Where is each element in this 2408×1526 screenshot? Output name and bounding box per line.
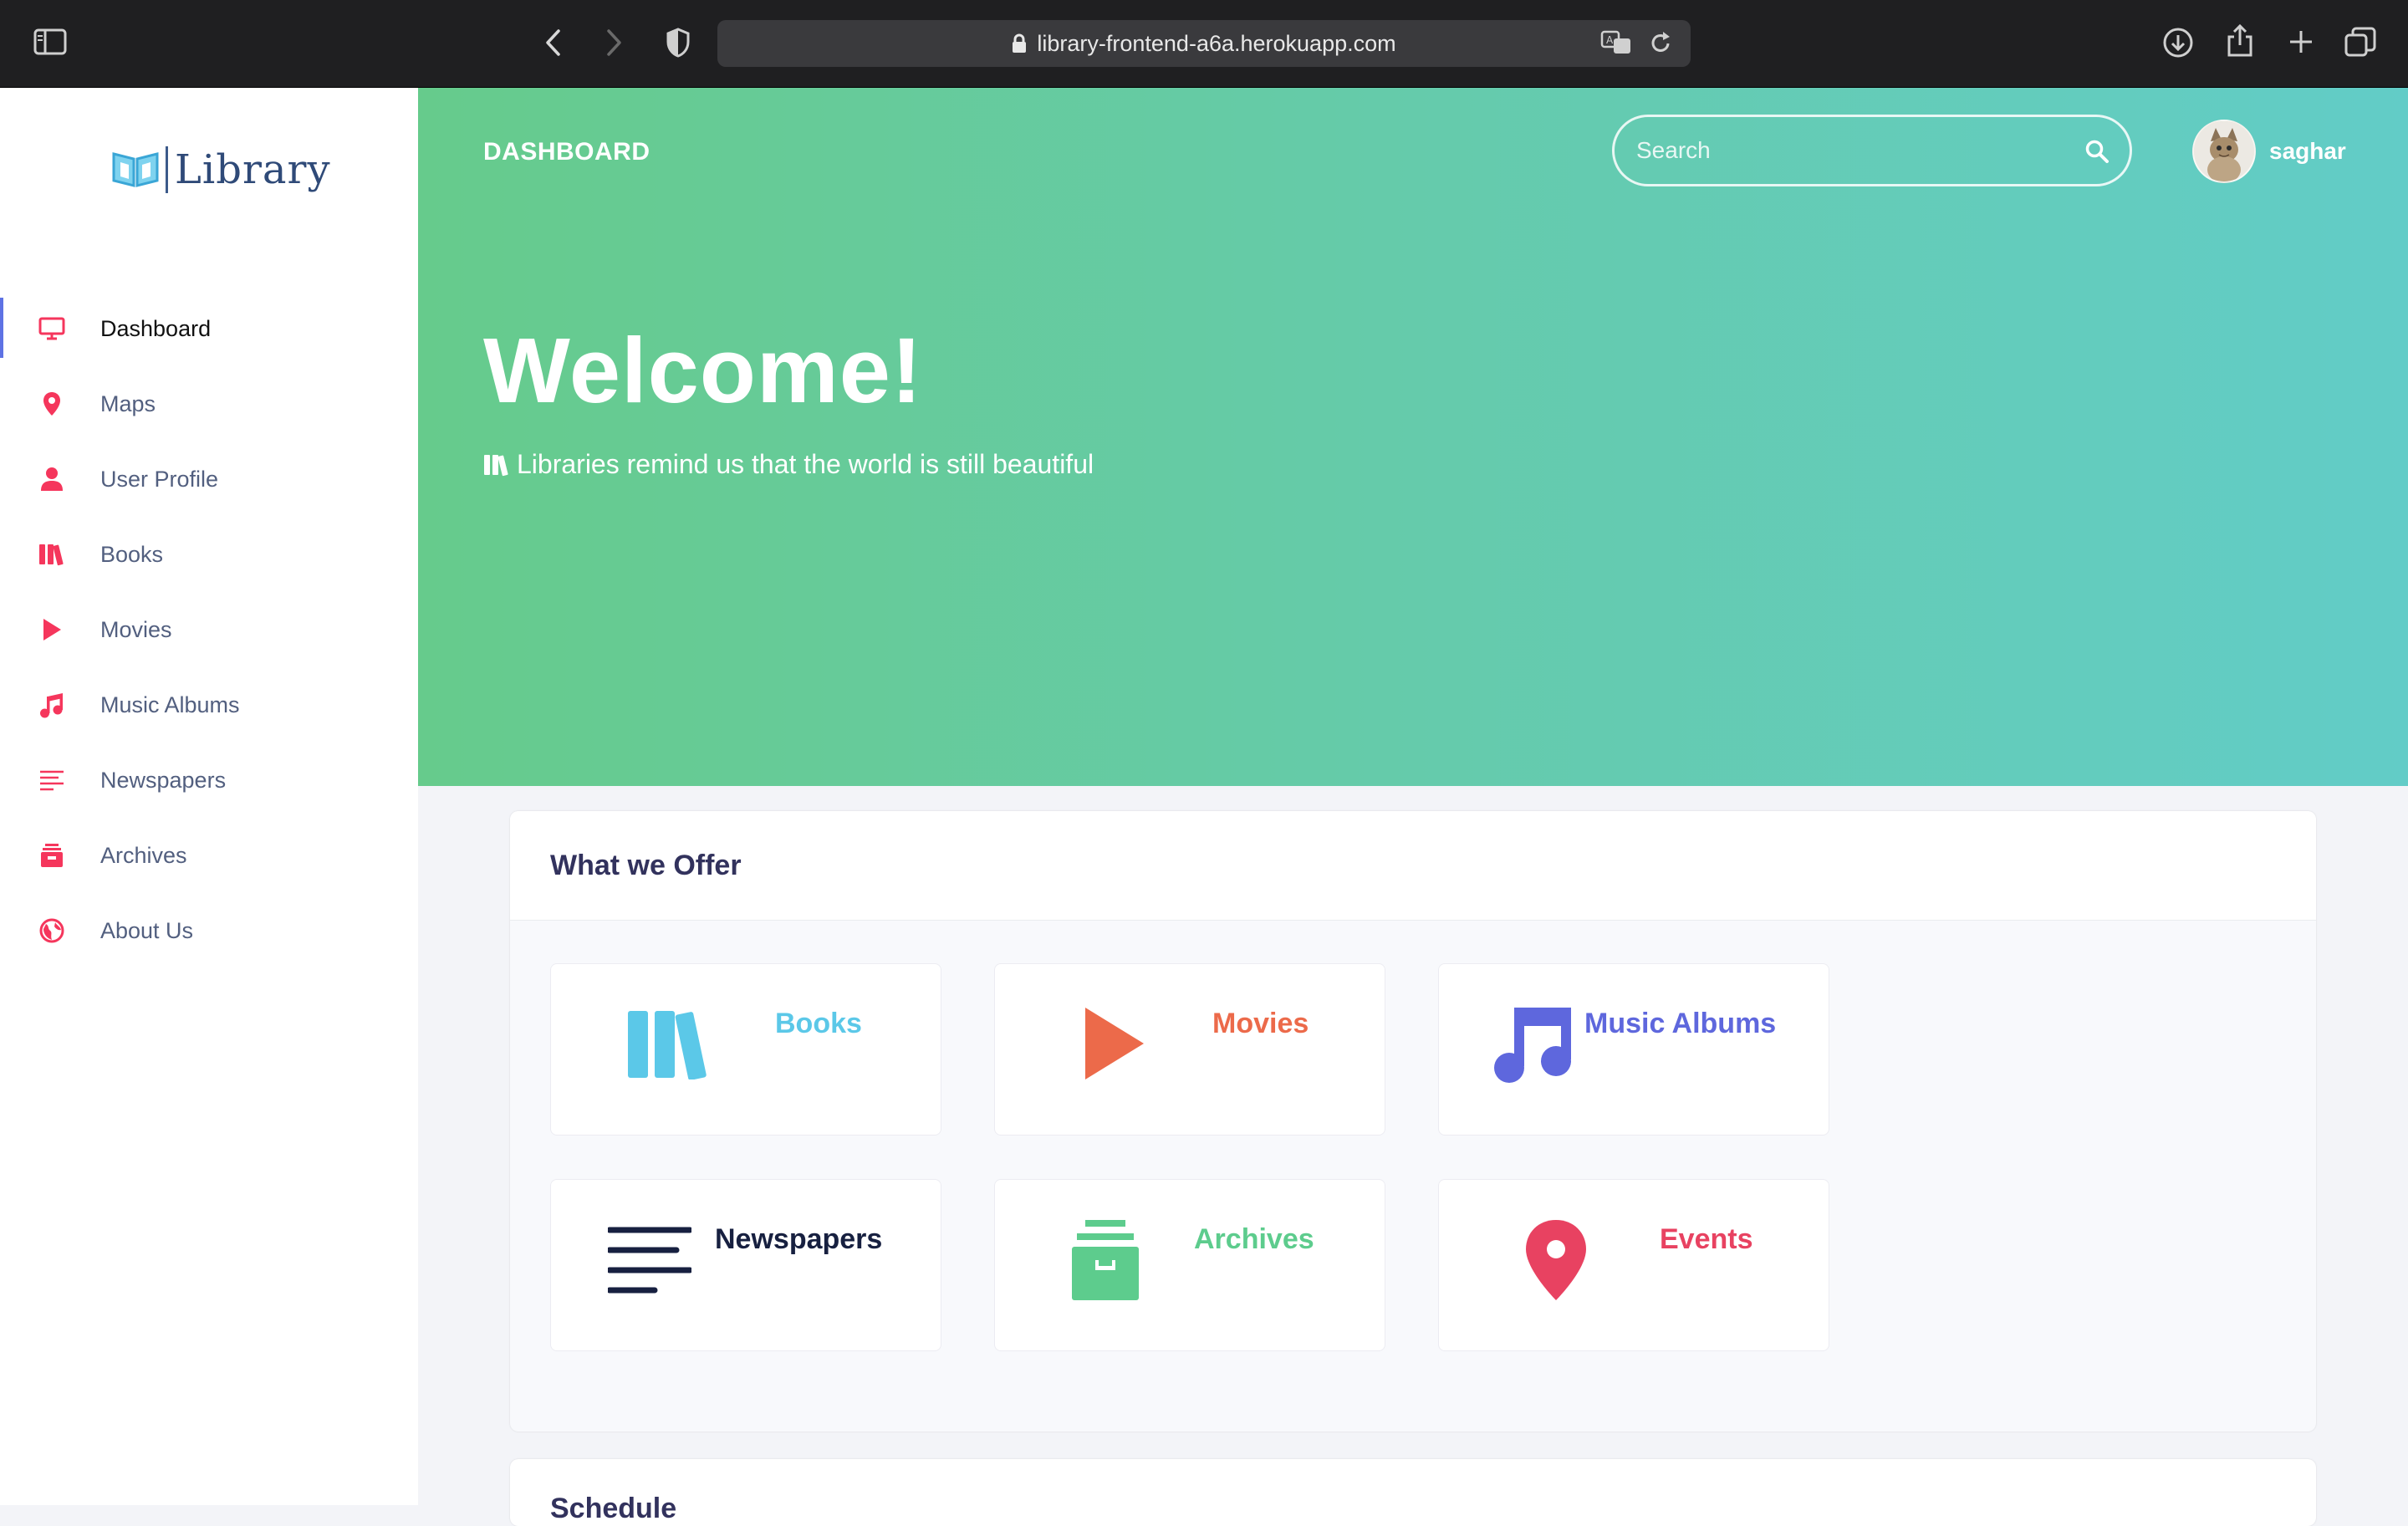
lines-icon	[37, 765, 67, 795]
archive-icon	[37, 840, 67, 870]
sidebar-item-label: Archives	[100, 842, 187, 868]
sidebar-item-label: About Us	[100, 917, 194, 943]
share-icon[interactable]	[2226, 23, 2254, 59]
translate-icon[interactable]: A	[1600, 30, 1632, 61]
offer-tile-label: Newspapers	[715, 1223, 883, 1255]
sidebar-item-music-albums[interactable]: Music Albums	[0, 667, 418, 743]
brand-name: Library	[175, 146, 331, 193]
book-logo-icon	[110, 147, 161, 193]
offer-tile-movies[interactable]: Movies	[994, 963, 1385, 1136]
brand-divider	[166, 146, 168, 193]
offer-tile-books[interactable]: Books	[550, 963, 941, 1136]
offer-tile-label: Movies	[1212, 1008, 1309, 1039]
url-text: library-frontend-a6a.herokuapp.com	[1037, 30, 1396, 56]
sidebar-item-label: Music Albums	[100, 692, 240, 717]
brand-logo[interactable]: Library	[110, 146, 331, 193]
sidebar-item-dashboard[interactable]: Dashboard	[0, 291, 418, 366]
sidebar-item-newspapers[interactable]: Newspapers	[0, 743, 418, 818]
sidebar-nav: Dashboard Maps User Profile Books Movies	[0, 291, 418, 968]
sidebar-item-label: User Profile	[100, 466, 219, 492]
archive-icon	[1070, 1218, 1140, 1302]
offer-tile-events[interactable]: Events	[1438, 1179, 1829, 1351]
map-pin-icon	[37, 389, 67, 419]
reload-icon[interactable]	[1649, 30, 1672, 61]
sidebar-item-label: Books	[100, 541, 164, 567]
address-bar[interactable]: library-frontend-a6a.herokuapp.com A	[717, 20, 1691, 67]
lock-icon	[1012, 33, 1027, 54]
tabs-overview-icon[interactable]	[2344, 27, 2376, 59]
welcome-heading: Welcome!	[483, 319, 923, 422]
hero-header: DASHBOARD saghar Welcome! Libraries r	[418, 88, 2408, 786]
offer-card-title: What we Offer	[550, 849, 742, 881]
browser-toolbar: library-frontend-a6a.herokuapp.com A	[0, 0, 2408, 88]
shield-icon[interactable]	[666, 28, 691, 58]
avatar[interactable]	[2192, 120, 2256, 183]
sidebar-item-about-us[interactable]: About Us	[0, 893, 418, 968]
offer-tile-label: Events	[1660, 1223, 1753, 1255]
books-icon	[483, 453, 510, 477]
offer-tile-music-albums[interactable]: Music Albums	[1438, 963, 1829, 1136]
welcome-quote-text: Libraries remind us that the world is st…	[517, 449, 1094, 479]
search-input[interactable]	[1615, 136, 2073, 165]
sidebar-item-movies[interactable]: Movies	[0, 592, 418, 667]
books-icon	[628, 1008, 712, 1079]
music-icon	[37, 690, 67, 720]
welcome-quote: Libraries remind us that the world is st…	[483, 449, 1094, 480]
globe-icon	[37, 916, 67, 946]
sidebar-item-user-profile[interactable]: User Profile	[0, 441, 418, 517]
svg-text:A: A	[1606, 34, 1614, 46]
sidebar-toggle-icon[interactable]	[33, 28, 67, 55]
sidebar-item-label: Maps	[100, 390, 156, 416]
music-icon	[1491, 1003, 1574, 1086]
play-icon	[37, 615, 67, 645]
search-icon[interactable]	[2084, 139, 2110, 168]
offer-tile-label: Archives	[1194, 1223, 1314, 1255]
offer-tile-label: Music Albums	[1584, 1008, 1777, 1039]
offer-tile-newspapers[interactable]: Newspapers	[550, 1179, 941, 1351]
map-pin-icon	[1524, 1218, 1588, 1302]
sidebar: Library Dashboard Maps User Profile Book…	[0, 88, 418, 1505]
lines-icon	[608, 1225, 691, 1295]
sidebar-item-books[interactable]: Books	[0, 517, 418, 592]
offer-card: What we Offer Books Movies Music Albums	[510, 811, 2316, 1432]
offer-card-header: What we Offer	[510, 811, 2316, 921]
forward-icon[interactable]	[604, 28, 624, 57]
sidebar-item-maps[interactable]: Maps	[0, 366, 418, 441]
search-box	[1612, 115, 2132, 186]
offer-tile-archives[interactable]: Archives	[994, 1179, 1385, 1351]
username[interactable]: saghar	[2269, 138, 2346, 165]
sidebar-item-label: Newspapers	[100, 767, 227, 793]
play-icon	[1082, 1006, 1145, 1081]
page-title[interactable]: DASHBOARD	[483, 138, 650, 166]
monitor-icon	[37, 314, 67, 344]
offer-tile-label: Books	[775, 1008, 862, 1039]
back-icon[interactable]	[543, 28, 564, 57]
download-icon[interactable]	[2162, 27, 2194, 59]
sidebar-item-archives[interactable]: Archives	[0, 818, 418, 893]
sidebar-item-label: Movies	[100, 616, 172, 642]
schedule-card: Schedule	[510, 1459, 2316, 1526]
sidebar-item-label: Dashboard	[100, 315, 212, 341]
user-menu[interactable]: saghar	[2192, 120, 2346, 183]
user-icon	[37, 464, 67, 494]
new-tab-icon[interactable]	[2288, 28, 2314, 55]
schedule-card-title: Schedule	[550, 1493, 677, 1524]
books-icon	[37, 539, 67, 569]
